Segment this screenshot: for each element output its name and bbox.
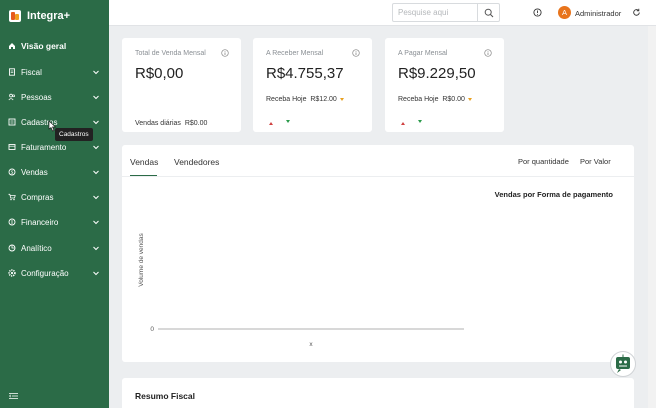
analytics-icon	[8, 244, 16, 252]
fiscal-summary-panel: Resumo Fiscal	[122, 378, 634, 408]
card-sub-value: R$0.00	[442, 96, 465, 103]
nav-item-fiscal[interactable]: Fiscal	[0, 62, 109, 82]
y-axis-label: Volume de vendas	[138, 233, 145, 287]
tooltip: Cadastros	[55, 128, 93, 141]
caret-down-icon[interactable]	[467, 97, 472, 101]
document-icon	[8, 68, 16, 76]
kpi-card-a-receber: A Receber Mensal R$4.755,37 Receba Hoje …	[253, 38, 372, 132]
card-footer: Vendas diárias R$0.00	[135, 120, 207, 127]
card-title: Total de Venda Mensal	[135, 50, 206, 57]
nav-item-financeiro[interactable]: Financeiro	[0, 212, 109, 232]
cart-icon	[8, 193, 16, 201]
sidebar: Integra+ Visão geral Fiscal Pessoas Cada…	[0, 0, 109, 408]
search-button[interactable]	[477, 4, 499, 21]
chevron-down-icon	[93, 170, 99, 175]
sales-panel: Vendas Vendedores Por quantidade Por Val…	[122, 145, 634, 362]
nav-item-pessoas[interactable]: Pessoas	[0, 87, 109, 107]
help-icon[interactable]	[533, 8, 542, 17]
info-icon[interactable]	[221, 49, 229, 57]
nav-label: Visão geral	[21, 41, 67, 51]
user-name[interactable]: Administrador	[575, 9, 621, 18]
chat-support-button[interactable]	[610, 351, 636, 377]
trend-down-icon	[418, 120, 422, 123]
card-title: A Pagar Mensal	[398, 50, 448, 57]
info-icon[interactable]	[484, 49, 492, 57]
brand-name: Integra+	[27, 10, 71, 22]
chevron-down-icon	[93, 120, 99, 125]
gear-icon	[8, 269, 16, 277]
card-sub: Receba Hoje R$12.00	[266, 96, 344, 103]
card-sub-label: Receba Hoje	[398, 96, 439, 103]
search-icon	[484, 8, 493, 17]
home-icon	[8, 42, 16, 50]
card-sub: Receba Hoje R$0.00	[398, 96, 472, 103]
form-icon	[8, 118, 16, 126]
trend-down-icon	[286, 120, 290, 123]
chevron-down-icon	[93, 145, 99, 150]
search-box	[392, 3, 500, 22]
kpi-card-total-venda: Total de Venda Mensal R$0,00 Vendas diár…	[122, 38, 241, 132]
chevron-down-icon	[93, 271, 99, 276]
chevron-down-icon	[93, 70, 99, 75]
card-value: R$4.755,37	[266, 65, 344, 82]
y-tick-label: 0	[150, 326, 154, 333]
nav-item-configuracao[interactable]: Configuração	[0, 263, 109, 283]
nav-item-vendas[interactable]: $ Vendas	[0, 162, 109, 182]
card-sub-value: R$12.00	[310, 96, 337, 103]
avatar[interactable]: A	[558, 6, 571, 19]
chevron-down-icon	[93, 195, 99, 200]
sales-icon: $	[8, 168, 16, 176]
money-icon	[8, 218, 16, 226]
chevron-down-icon	[93, 246, 99, 251]
trend-up-icon	[401, 122, 405, 125]
topbar: A Administrador	[109, 0, 656, 26]
brand-logo-icon	[9, 10, 21, 22]
panel-title: Resumo Fiscal	[135, 391, 195, 401]
chevron-down-icon	[93, 220, 99, 225]
nav-item-analitico[interactable]: Analítico	[0, 238, 109, 258]
chevron-down-icon	[93, 95, 99, 100]
people-icon	[8, 93, 16, 101]
caret-down-icon[interactable]	[339, 97, 344, 101]
invoice-icon	[8, 143, 16, 151]
x-axis-label: x	[309, 341, 313, 348]
card-value: R$9.229,50	[398, 65, 476, 82]
mouse-pointer-icon	[48, 120, 57, 132]
card-sub-label: Receba Hoje	[266, 96, 307, 103]
nav-item-visao-geral[interactable]: Visão geral	[0, 36, 109, 56]
card-footer-label: Vendas diárias	[135, 120, 181, 127]
card-value: R$0,00	[135, 65, 184, 82]
card-title: A Receber Mensal	[266, 50, 324, 57]
trend-up-icon	[269, 122, 273, 125]
robot-icon	[616, 354, 630, 373]
info-icon[interactable]	[352, 49, 360, 57]
refresh-icon[interactable]	[632, 8, 641, 17]
kpi-card-a-pagar: A Pagar Mensal R$9.229,50 Receba Hoje R$…	[385, 38, 504, 132]
nav-item-compras[interactable]: Compras	[0, 187, 109, 207]
card-footer-value: R$0.00	[184, 120, 208, 127]
search-input[interactable]	[393, 4, 477, 21]
collapse-menu-icon[interactable]	[9, 392, 18, 400]
scrollbar[interactable]	[648, 26, 656, 408]
sales-chart: Volume de vendas 0 x	[138, 233, 464, 348]
svg-text:$: $	[11, 170, 14, 176]
brand[interactable]: Integra+	[0, 0, 109, 32]
